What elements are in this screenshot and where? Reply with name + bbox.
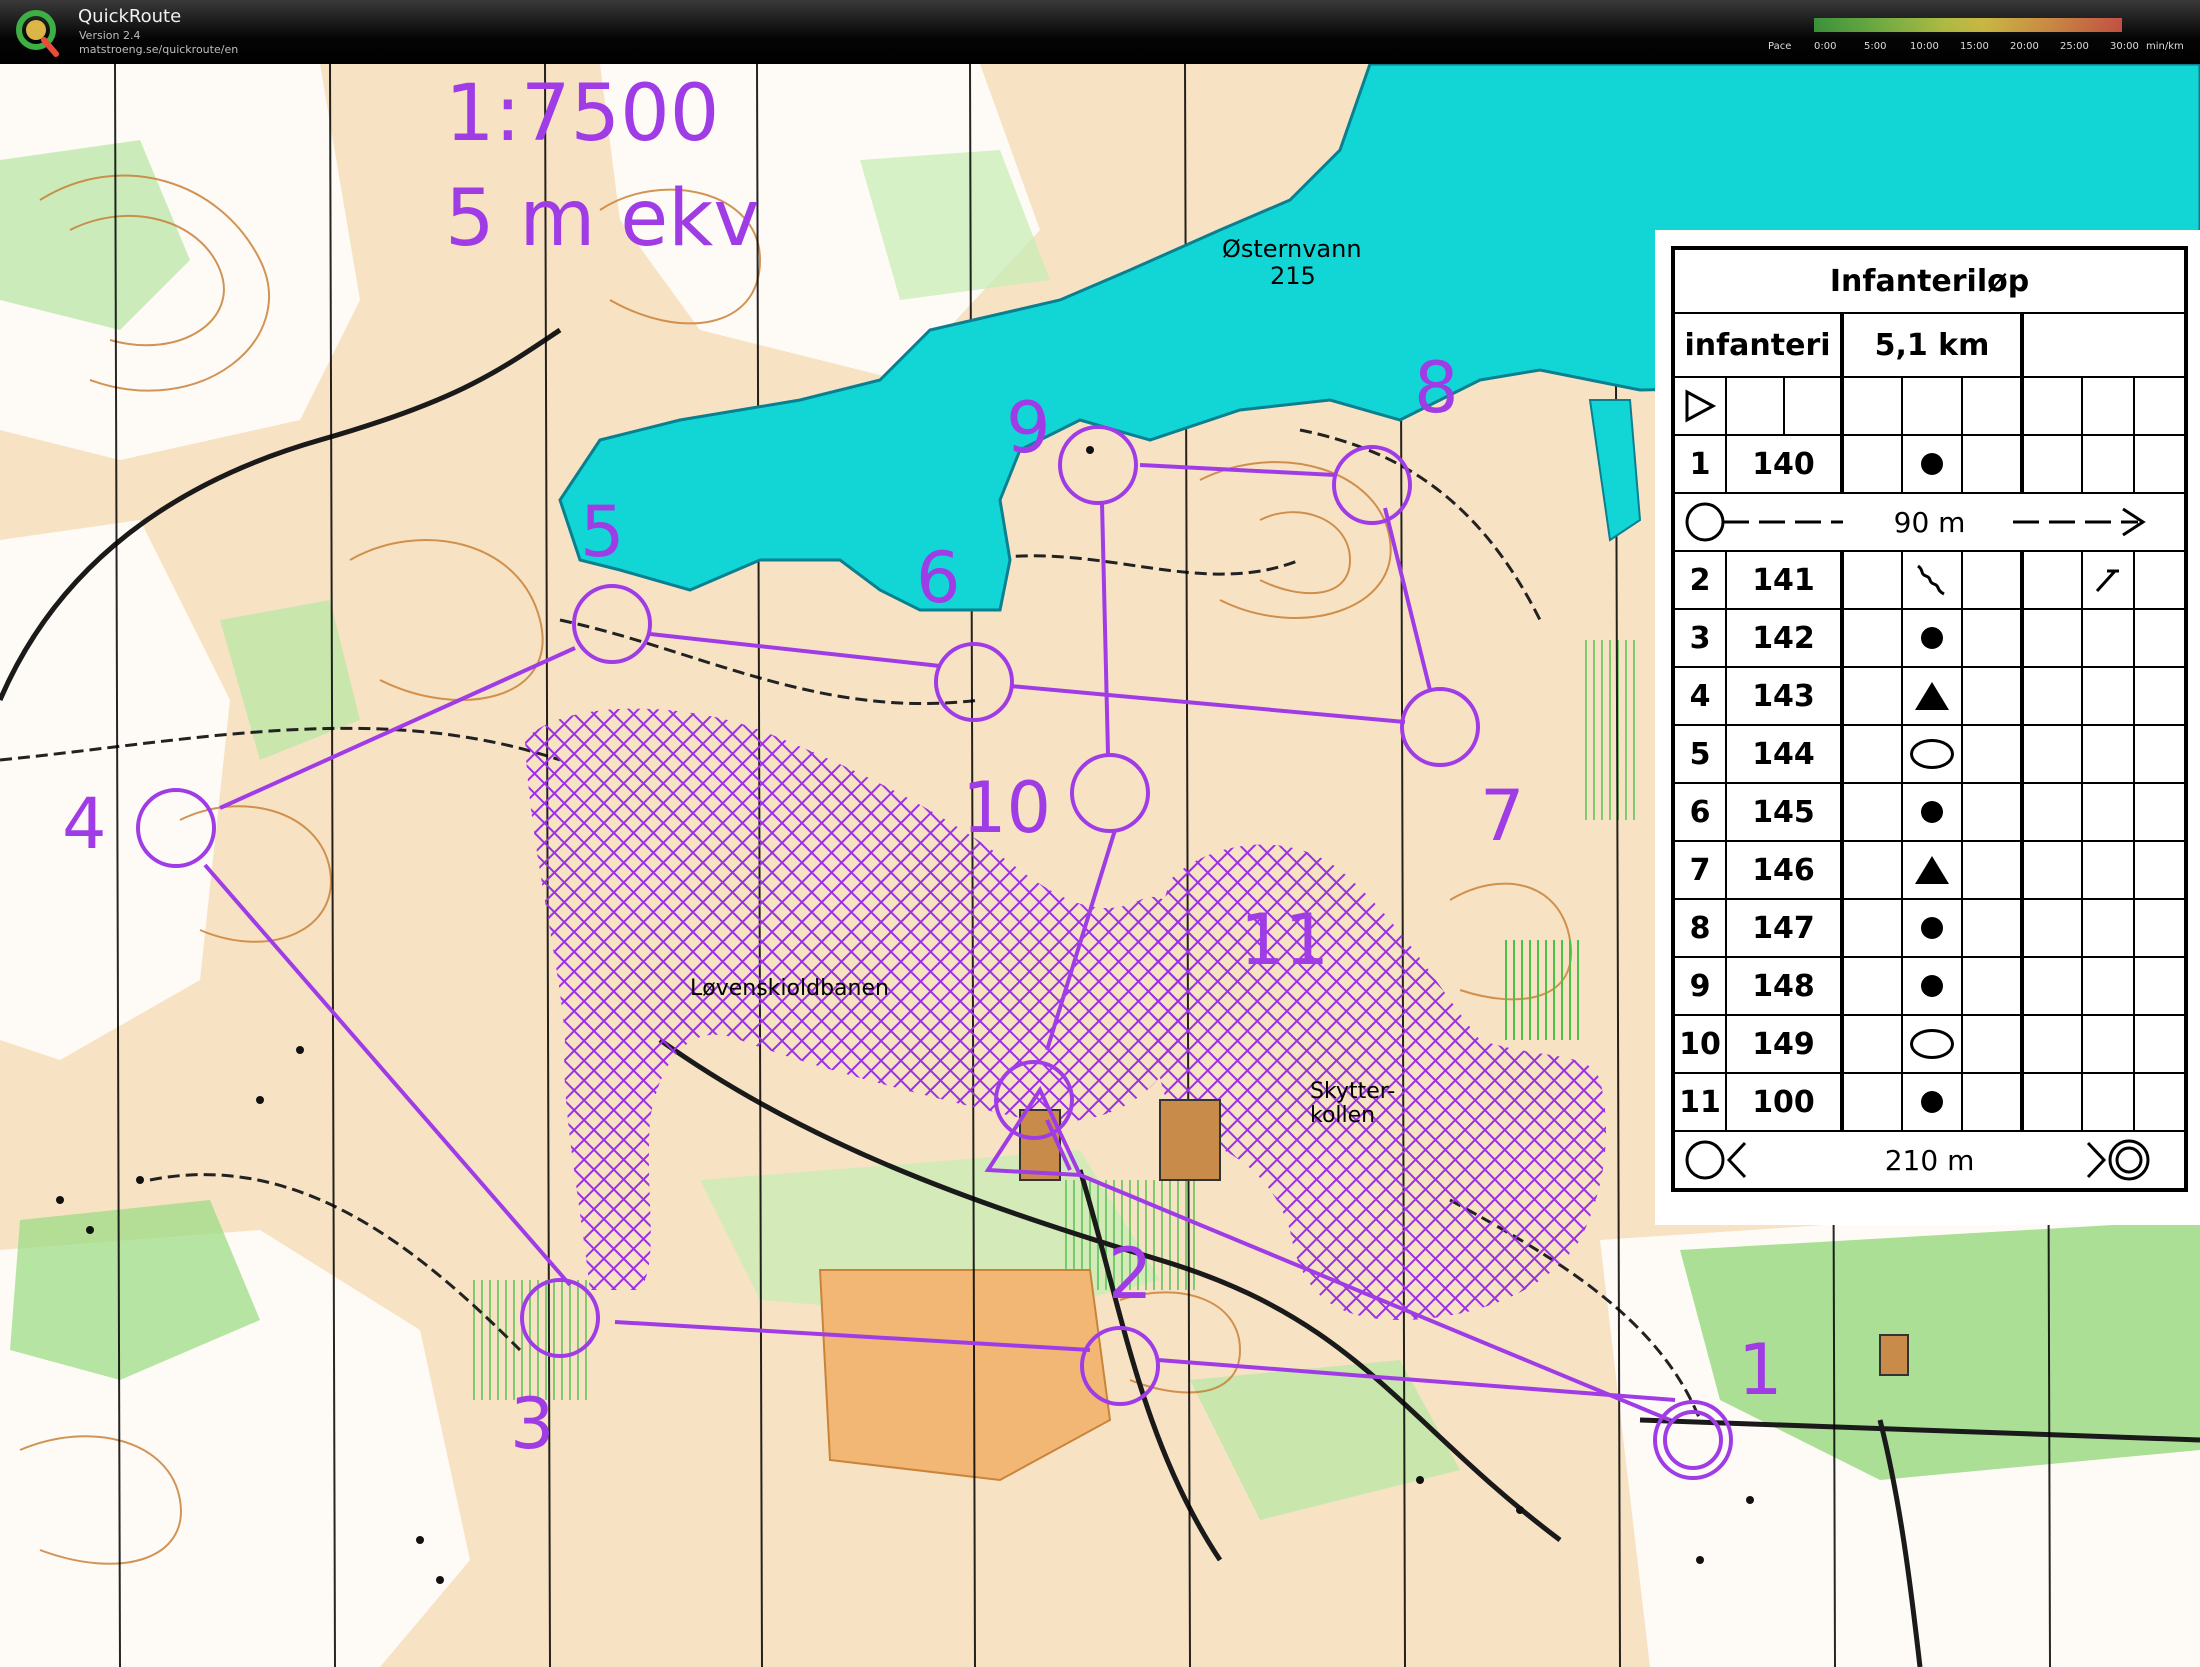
pace-label: Pace [1768,41,1792,52]
pace-unit: min/km [2146,41,2184,52]
control-number-3: 3 [510,1383,555,1465]
control-description-table: Infanteriløp infanteri 5,1 km 1 140 90 m21… [1671,246,2189,1192]
place-name-skytterkollen-1: Skytter- [1310,1079,1395,1104]
control-row-number: 8 [1672,898,1727,958]
control-row: 6 145 [1672,782,2188,842]
pace-legend: Pace 0:00 5:00 10:00 15:00 20:00 25:00 3… [1760,14,2184,54]
marked-route-row: 90 m [1671,492,2188,552]
control-number-9: 9 [1006,387,1051,469]
control-number-8: 8 [1414,347,1459,429]
control-row: 2 141 [1672,550,2188,610]
control-row: 5 144 [1672,724,2188,784]
control-row-number: 6 [1672,782,1727,842]
dot-icon [1921,1091,1943,1113]
bend-icon [2095,569,2119,593]
pace-tick: 20:00 [2010,41,2039,52]
finish-marked-route-cell: 210 m [1671,1130,2188,1191]
quickroute-logo-icon [16,10,59,57]
control-row-number: 9 [1672,956,1727,1016]
place-name-skytterkollen-2: kollen [1310,1103,1375,1128]
pace-tick: 10:00 [1910,41,1939,52]
climb-cell [2019,312,2188,378]
control-row-number: 5 [1672,724,1727,784]
quickroute-header: QuickRoute Version 2.4 matstroeng.se/qui… [0,0,2200,64]
pace-tick: 25:00 [2060,41,2089,52]
control-description-sheet: Infanteriløp infanteri 5,1 km 1 140 90 m21… [1655,230,2200,1225]
dot-icon [1921,453,1943,475]
control-row-code: 141 [1725,550,1843,610]
orienteering-map[interactable]: 1:7500 5 m ekv Østernvann 215 Løvenskiol… [0,64,2200,1667]
pace-tick: 0:00 [1814,41,1837,52]
start-marked-route-cell: 90 m [1671,492,2188,552]
control-row-code: 149 [1725,1014,1843,1074]
control-number-11: 11 [1240,899,1329,981]
lake-height: 215 [1270,262,1316,290]
dot-icon [1921,917,1943,939]
pace-color-bar [1814,18,2122,32]
lake-name: Østernvann [1222,235,1362,263]
finish-route-distance: 210 m [1884,1143,1975,1177]
control-number-7: 7 [1480,775,1525,857]
scale-label: 1:7500 [445,69,719,159]
control-row-number: 2 [1672,550,1727,610]
control-row: 7 146 [1672,840,2188,900]
control-row-code: 145 [1725,782,1843,842]
control-row-code: 100 [1725,1072,1843,1132]
control-row: 4 143 [1672,666,2188,726]
control-number-1: 1 [1738,1329,1783,1411]
control-row-code: 144 [1725,724,1843,784]
control-row: 11 100 [1672,1072,2188,1132]
control-row-code: 142 [1725,608,1843,668]
control-row: 8 147 [1672,898,2188,958]
pace-tick: 30:00 [2110,41,2139,52]
oval-icon [1910,739,1954,769]
control-row-number: 11 [1672,1072,1727,1132]
start-marked-route-distance: 90 m [1893,505,1966,539]
control-row-number: 7 [1672,840,1727,900]
dot-icon [1921,975,1943,997]
control-row: 10 149 [1672,1014,2188,1074]
control-number-5: 5 [580,491,625,573]
oval-icon [1910,1029,1954,1059]
control-row-code: 146 [1725,840,1843,900]
triangle-icon [1915,856,1949,884]
control-row-code: 143 [1725,666,1843,726]
control-rows: 1 140 90 m 2 141 3 142 4 143 5 144 6 145 7 146 8 147 9 148… [1671,434,2188,1191]
control-row-code: 140 [1725,434,1843,494]
control-number-6: 6 [916,537,961,619]
control-row: 1 140 [1672,434,2188,494]
app-version: Version 2.4 [79,29,141,42]
control-row-number: 1 [1672,434,1727,494]
contour-interval-label: 5 m ekv [445,174,760,264]
start-symbol-cell [1672,376,1727,436]
pace-tick: 15:00 [1960,41,1989,52]
control-number-4: 4 [62,783,107,865]
course-length: 5,1 km [1840,312,2023,378]
control-row-number: 10 [1672,1014,1727,1074]
start-triangle-icon [1685,389,1717,423]
dot-icon [1921,627,1943,649]
app-title: QuickRoute [78,6,182,27]
control-row-number: 3 [1672,608,1727,668]
class-name: infanteri [1672,312,1843,378]
place-name-lovenskioldbanen: Løvenskioldbanen [690,976,889,1001]
finish-row: 210 m [1671,1130,2188,1191]
control-row-code: 148 [1725,956,1843,1016]
ditch-icon [1917,564,1945,596]
control-row: 9 148 [1672,956,2188,1016]
control-row: 3 142 [1672,608,2188,668]
control-row-number: 4 [1672,666,1727,726]
triangle-icon [1915,682,1949,710]
control-number-2: 2 [1108,1233,1153,1315]
app-url[interactable]: matstroeng.se/quickroute/en [79,43,238,56]
control-row-code: 147 [1725,898,1843,958]
course-title: Infanteriløp [1671,247,2188,314]
pace-tick: 5:00 [1864,41,1887,52]
dot-icon [1921,801,1943,823]
control-number-10: 10 [962,767,1051,849]
